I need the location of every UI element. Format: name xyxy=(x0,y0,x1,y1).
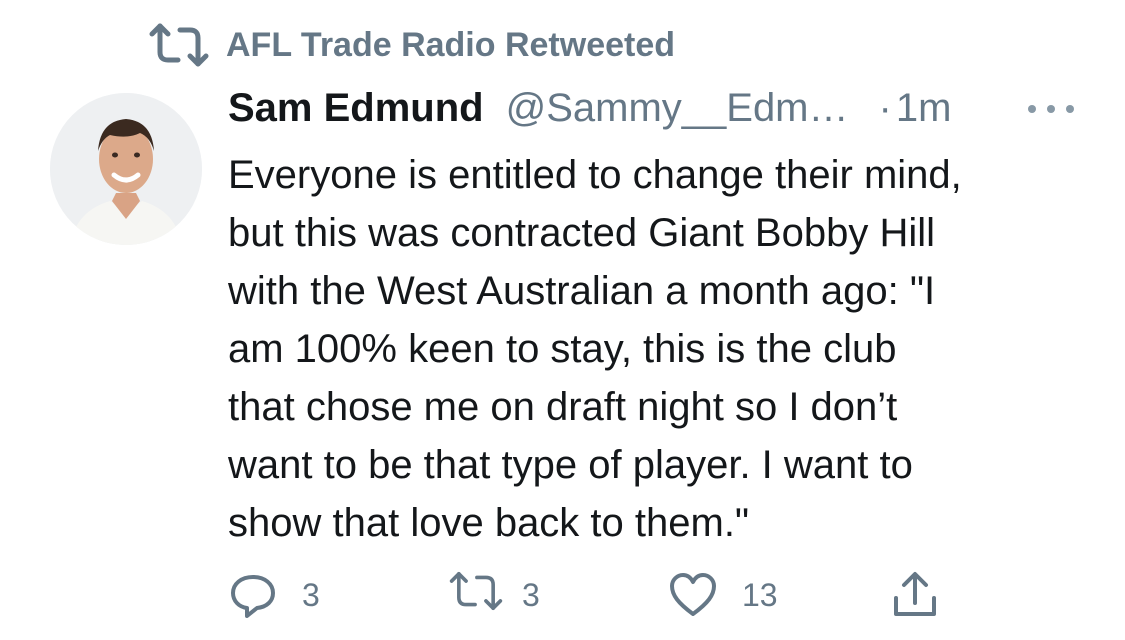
tweet-header: Sam Edmund @Sammy__Edm… · 1m xyxy=(228,86,1088,138)
timestamp[interactable]: 1m xyxy=(896,86,952,131)
retweet-button[interactable]: 3 xyxy=(448,565,540,625)
tweet-actions: 3 3 13 xyxy=(228,565,988,625)
author-handle[interactable]: @Sammy__Edm… xyxy=(506,86,849,131)
retweet-icon xyxy=(148,22,210,68)
retweet-banner-label: AFL Trade Radio Retweeted xyxy=(226,25,676,64)
share-button[interactable] xyxy=(890,565,964,625)
heart-icon xyxy=(668,570,718,620)
retweet-count: 3 xyxy=(522,576,540,613)
more-options-icon[interactable] xyxy=(1028,94,1074,124)
retweet-banner[interactable]: AFL Trade Radio Retweeted xyxy=(148,22,675,68)
reply-button[interactable]: 3 xyxy=(228,565,320,625)
reply-count: 3 xyxy=(302,576,320,613)
separator-dot: · xyxy=(878,86,892,130)
like-count: 13 xyxy=(742,576,778,613)
retweet-icon xyxy=(448,570,503,620)
tweet-card[interactable]: AFL Trade Radio Retweeted Sam Edmund @Sa… xyxy=(0,0,1125,640)
like-button[interactable]: 13 xyxy=(668,565,778,625)
reply-icon xyxy=(228,570,278,620)
tweet-text: Everyone is entitled to change their min… xyxy=(228,153,962,545)
author-name[interactable]: Sam Edmund xyxy=(228,86,484,131)
share-icon xyxy=(890,570,940,620)
avatar[interactable] xyxy=(50,93,202,245)
